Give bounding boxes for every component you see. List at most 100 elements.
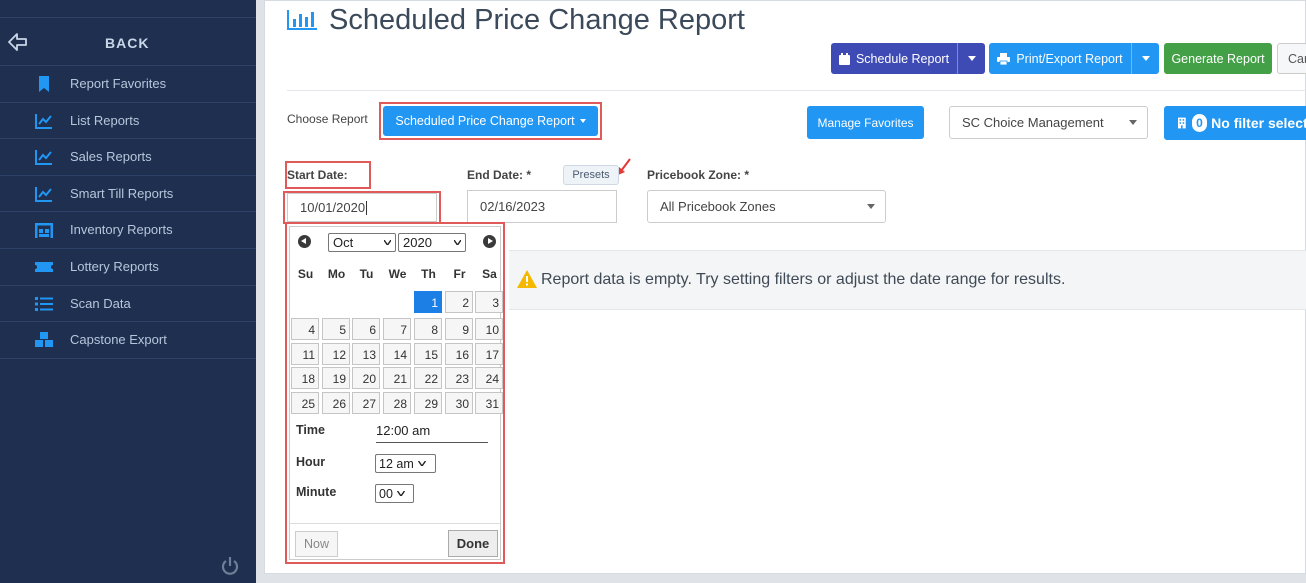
calendar-day[interactable]: 11 <box>291 343 319 365</box>
schedule-report-dropdown[interactable] <box>957 43 985 74</box>
start-date-input[interactable]: 10/01/2020 <box>287 193 437 222</box>
print-export-label: Print/Export Report <box>1016 51 1123 66</box>
company-select-value: SC Choice Management <box>962 115 1104 130</box>
sidebar-item-capstone-export[interactable]: Capstone Export <box>0 322 256 359</box>
boxes-icon <box>35 332 53 348</box>
calendar-icon <box>838 52 850 65</box>
manage-favorites-button[interactable]: Manage Favorites <box>807 106 924 139</box>
sidebar-item-list-reports[interactable]: List Reports <box>0 103 256 140</box>
sidebar-item-label: List Reports <box>70 112 140 128</box>
prev-month-icon[interactable] <box>298 235 311 248</box>
calendar-day[interactable]: 30 <box>445 392 473 414</box>
weekday-header: We <box>388 267 407 281</box>
filter-button[interactable]: 0 No filter selected <box>1164 106 1306 140</box>
weekday-header: Su <box>297 267 314 281</box>
calendar-day[interactable]: 28 <box>383 392 411 414</box>
next-month-icon[interactable] <box>483 235 496 248</box>
calendar-day[interactable]: 8 <box>414 318 442 340</box>
sidebar-back[interactable]: BACK <box>0 18 256 66</box>
warehouse-icon <box>35 223 53 239</box>
now-button[interactable]: Now <box>295 531 338 557</box>
calendar-day[interactable]: 18 <box>291 367 319 389</box>
sidebar-item-smart-till-reports[interactable]: Smart Till Reports <box>0 176 256 213</box>
pricebook-zone-select[interactable]: All Pricebook Zones <box>647 190 886 223</box>
print-export-button[interactable]: Print/Export Report <box>989 43 1159 74</box>
calendar-day[interactable]: 6 <box>352 318 380 340</box>
calendar-day[interactable]: 26 <box>322 392 350 414</box>
building-icon <box>1178 117 1186 129</box>
chevron-down-icon <box>384 240 391 245</box>
sidebar-item-label: Capstone Export <box>70 332 167 348</box>
calendar-day[interactable]: 31 <box>475 392 503 414</box>
weekday-header: Sa <box>482 267 497 281</box>
chevron-down-icon <box>417 461 426 466</box>
schedule-report-label: Schedule Report <box>855 51 950 66</box>
end-date-input[interactable]: 02/16/2023 <box>467 190 617 223</box>
calendar-day[interactable]: 1 <box>414 291 442 313</box>
time-label: Time <box>296 423 325 437</box>
empty-message: Report data is empty. Try setting filter… <box>541 271 1066 288</box>
calendar-day[interactable]: 5 <box>322 318 350 340</box>
start-date-value: 10/01/2020 <box>300 200 366 215</box>
calendar-day[interactable]: 20 <box>352 367 380 389</box>
calendar-day[interactable]: 4 <box>291 318 319 340</box>
report-dropdown-button[interactable]: Scheduled Price Change Report <box>383 106 598 136</box>
calendar-day[interactable]: 27 <box>352 392 380 414</box>
minute-select[interactable]: 00 <box>375 484 414 503</box>
sidebar-item-report-favorites[interactable]: Report Favorites <box>0 66 256 103</box>
filter-text: No filter selected <box>1211 115 1306 131</box>
sidebar-top <box>0 0 256 18</box>
pricebook-zone-label: Pricebook Zone: * <box>647 168 750 182</box>
calendar-day[interactable]: 14 <box>383 343 411 365</box>
calendar-day[interactable]: 7 <box>383 318 411 340</box>
sidebar-item-label: Inventory Reports <box>70 222 173 238</box>
calendar-day[interactable]: 25 <box>291 392 319 414</box>
calendar-day[interactable]: 15 <box>414 343 442 365</box>
schedule-report-button[interactable]: Schedule Report <box>831 43 985 74</box>
sidebar-item-scan-data[interactable]: Scan Data <box>0 286 256 323</box>
list-icon <box>35 296 53 311</box>
sidebar-item-lottery-reports[interactable]: Lottery Reports <box>0 249 256 286</box>
month-value: Oct <box>333 235 354 250</box>
back-label: BACK <box>105 35 150 51</box>
calendar-day[interactable]: 24 <box>475 367 503 389</box>
calendar-day[interactable]: 19 <box>322 367 350 389</box>
calendar-day[interactable]: 16 <box>445 343 473 365</box>
calendar-day[interactable]: 29 <box>414 392 442 414</box>
minute-label: Minute <box>296 485 337 499</box>
company-select[interactable]: SC Choice Management <box>949 106 1148 139</box>
calendar-day[interactable]: 17 <box>475 343 503 365</box>
calendar-day[interactable]: 9 <box>445 318 473 340</box>
calendar-day[interactable]: 3 <box>475 291 503 313</box>
sidebar-item-sales-reports[interactable]: Sales Reports <box>0 139 256 176</box>
print-export-dropdown[interactable] <box>1131 43 1159 74</box>
calendar-day[interactable]: 13 <box>352 343 380 365</box>
generate-report-button[interactable]: Generate Report <box>1164 43 1272 74</box>
sidebar-item-inventory-reports[interactable]: Inventory Reports <box>0 212 256 249</box>
calendar-day[interactable]: 21 <box>383 367 411 389</box>
page-title: Scheduled Price Change Report <box>329 4 745 36</box>
year-select[interactable]: 2020 <box>398 233 466 252</box>
calendar-day[interactable]: 2 <box>445 291 473 313</box>
hour-select[interactable]: 12 am <box>375 454 436 473</box>
month-select[interactable]: Oct <box>328 233 396 252</box>
sidebar-item-label: Sales Reports <box>70 149 152 165</box>
weekday-header: Tu <box>359 267 374 281</box>
warning-icon <box>517 270 537 288</box>
done-button[interactable]: Done <box>448 530 498 557</box>
chevron-down-icon <box>396 491 405 496</box>
report-dropdown-label: Scheduled Price Change Report <box>395 114 575 128</box>
power-icon[interactable] <box>220 556 240 576</box>
weekday-header: Mo <box>327 267 346 281</box>
calendar-day[interactable]: 22 <box>414 367 442 389</box>
ticket-icon <box>35 261 53 272</box>
sidebar-item-label: Scan Data <box>70 295 131 311</box>
presets-button[interactable]: Presets <box>563 165 619 185</box>
calendar-day[interactable]: 10 <box>475 318 503 340</box>
chevron-down-icon <box>967 56 976 61</box>
cancel-button[interactable]: Cancel <box>1277 43 1306 74</box>
line-chart-icon <box>35 113 52 129</box>
calendar-day[interactable]: 23 <box>445 367 473 389</box>
weekday-header: Th <box>421 267 436 281</box>
calendar-day[interactable]: 12 <box>322 343 350 365</box>
